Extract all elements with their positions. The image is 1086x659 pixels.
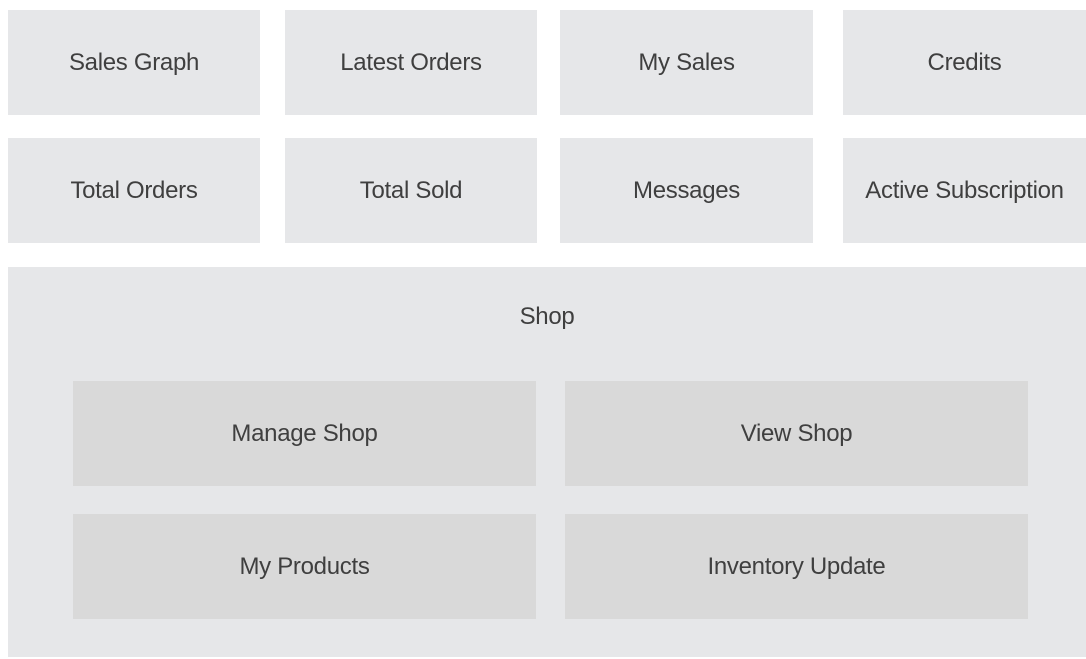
tile-latest-orders[interactable]: Latest Orders xyxy=(285,10,537,115)
tile-label: Total Sold xyxy=(359,176,463,204)
tile-credits[interactable]: Credits xyxy=(843,10,1086,115)
tile-label: Credits xyxy=(927,48,1002,76)
manage-shop-button[interactable]: Manage Shop xyxy=(73,381,536,486)
tile-sales-graph[interactable]: Sales Graph xyxy=(8,10,260,115)
tile-messages[interactable]: Messages xyxy=(560,138,813,243)
tile-active-subscription[interactable]: Active Subscription xyxy=(843,138,1086,243)
tile-label: Sales Graph xyxy=(68,48,200,76)
sub-tile-label: Manage Shop xyxy=(231,419,378,447)
tile-label: Messages xyxy=(633,176,740,204)
sub-tile-label: My Products xyxy=(239,552,370,580)
sub-tile-label: View Shop xyxy=(740,419,853,447)
tile-total-sold[interactable]: Total Sold xyxy=(285,138,537,243)
tile-label: My Sales xyxy=(638,48,735,76)
shop-panel: Shop Manage Shop View Shop My Products I… xyxy=(8,267,1086,657)
inventory-update-button[interactable]: Inventory Update xyxy=(565,514,1028,619)
view-shop-button[interactable]: View Shop xyxy=(565,381,1028,486)
tile-label: Total Orders xyxy=(70,176,198,204)
tile-my-sales[interactable]: My Sales xyxy=(560,10,813,115)
shop-title: Shop xyxy=(519,303,575,330)
tile-label: Active Subscription xyxy=(865,176,1064,204)
tile-total-orders[interactable]: Total Orders xyxy=(8,138,260,243)
sub-tile-label: Inventory Update xyxy=(707,552,886,580)
my-products-button[interactable]: My Products xyxy=(73,514,536,619)
tile-label: Latest Orders xyxy=(340,48,482,76)
